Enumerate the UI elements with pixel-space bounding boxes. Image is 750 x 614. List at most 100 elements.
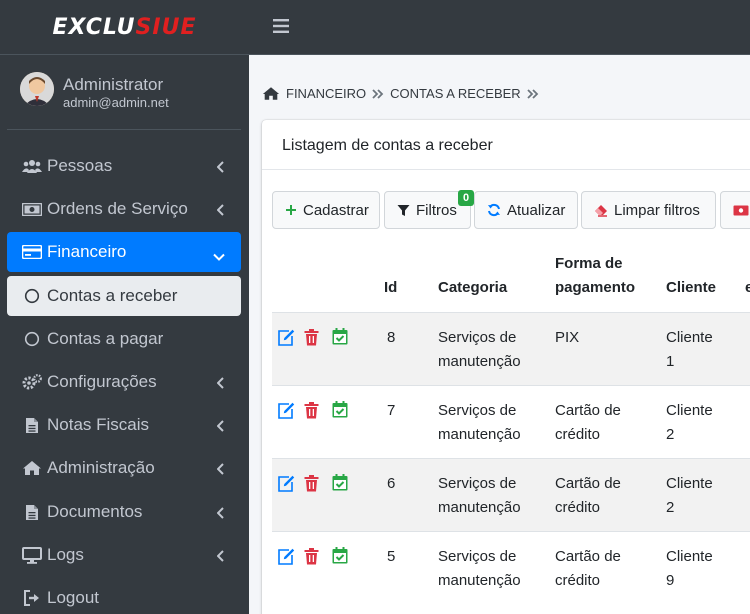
cell-cliente-line2: 9 — [666, 572, 675, 589]
more-actions-button[interactable] — [720, 191, 750, 229]
cell-forma-line2: crédito — [555, 426, 601, 443]
breadcrumb-item-contas-receber[interactable]: CONTAS A RECEBER — [390, 86, 521, 101]
edit-icon[interactable] — [277, 402, 295, 419]
cell-categoria-line1: Serviços de — [438, 548, 517, 565]
circle-icon — [22, 288, 42, 304]
breadcrumb-item-financeiro[interactable]: FINANCEIRO — [286, 86, 366, 101]
cell-cliente-line1: Cliente — [666, 548, 713, 565]
calendar-check-icon[interactable] — [332, 328, 348, 345]
cell-categoria-line1: Serviços de — [438, 402, 517, 419]
button-label: Atualizar — [507, 201, 566, 219]
sidebar-item-contas-receber[interactable]: Contas a receber — [7, 276, 241, 316]
eraser-icon — [594, 204, 608, 217]
gears-icon — [22, 374, 42, 390]
cell-cliente-line2: 1 — [666, 353, 675, 370]
sidebar-item-financeiro[interactable]: Financeiro — [7, 232, 241, 272]
cell-categoria-line2: manutenção — [438, 572, 521, 589]
sidebar-item-logs[interactable]: Logs — [7, 535, 241, 575]
sidebar-item-label: Ordens de Serviço — [47, 199, 188, 218]
sidebar-item-contas-pagar[interactable]: Contas a pagar — [7, 319, 241, 359]
users-icon — [22, 159, 42, 173]
cell-forma-line2: crédito — [555, 499, 601, 516]
avatar[interactable] — [20, 72, 54, 106]
trash-icon[interactable] — [304, 475, 319, 492]
calendar-check-icon[interactable] — [332, 547, 348, 564]
cell-categoria-line1: Serviços de — [438, 475, 517, 492]
column-header-forma-line2[interactable]: pagamento — [555, 276, 635, 300]
sidebar-item-ordens[interactable]: Ordens de Serviço — [7, 189, 241, 229]
double-chevron-right-icon — [372, 88, 384, 99]
cell-cliente-line2: 2 — [666, 426, 675, 443]
cell-forma-line1: Cartão de — [555, 402, 621, 419]
edit-icon[interactable] — [277, 548, 295, 565]
filtros-button[interactable]: Filtros 0 — [384, 190, 474, 229]
trash-icon[interactable] — [304, 402, 319, 419]
chevron-left-icon — [216, 417, 225, 437]
cell-categoria-line2: manutenção — [438, 499, 521, 516]
calendar-check-icon[interactable] — [332, 474, 348, 491]
file-icon — [22, 504, 42, 521]
user-panel: Administrator admin@admin.net — [7, 55, 241, 130]
cell-forma-line1: Cartão de — [555, 475, 621, 492]
sidebar: EXCLUSIUE Administrator admin@admin.net … — [0, 0, 249, 614]
double-chevron-right-icon — [527, 88, 539, 99]
refresh-icon — [487, 203, 501, 217]
sidebar-item-label: Financeiro — [47, 242, 127, 261]
sidebar-item-label: Notas Fiscais — [47, 415, 150, 434]
user-email: admin@admin.net — [63, 95, 169, 110]
edit-icon[interactable] — [277, 329, 295, 346]
cadastrar-button[interactable]: Cadastrar — [272, 191, 380, 229]
limpar-filtros-button[interactable]: Limpar filtros — [581, 191, 716, 229]
column-header-partial[interactable]: e — [745, 276, 750, 300]
sidebar-item-pessoas[interactable]: Pessoas — [7, 146, 241, 186]
column-header-forma-line1[interactable]: Forma de — [555, 252, 623, 276]
sidebar-item-logout[interactable]: Logout — [7, 578, 241, 614]
atualizar-button[interactable]: Atualizar — [474, 191, 578, 229]
cell-cliente-line1: Cliente — [666, 475, 713, 492]
trash-icon[interactable] — [304, 329, 319, 346]
sidebar-item-label: Documentos — [47, 502, 143, 521]
cell-id: 8 — [387, 329, 396, 346]
money-bill-icon — [22, 202, 42, 216]
sidebar-item-label: Pessoas — [47, 156, 113, 175]
chevron-left-icon — [216, 158, 225, 178]
chevron-left-icon — [216, 547, 225, 567]
desktop-icon — [22, 546, 42, 564]
hamburger-menu-icon[interactable] — [273, 19, 289, 38]
calendar-check-icon[interactable] — [332, 401, 348, 418]
cell-id: 7 — [387, 402, 396, 419]
file-text-icon — [22, 417, 42, 434]
cell-cliente-line1: Cliente — [666, 329, 713, 346]
cell-categoria-line2: manutenção — [438, 426, 521, 443]
sidebar-item-configuracoes[interactable]: Configurações — [7, 362, 241, 402]
cell-categoria-line1: Serviços de — [438, 329, 517, 346]
filter-icon — [397, 204, 410, 217]
sidebar-item-label: Contas a pagar — [47, 329, 164, 348]
sidebar-item-administracao[interactable]: Administração — [7, 448, 241, 488]
sidebar-item-label: Logout — [47, 588, 99, 607]
user-name[interactable]: Administrator — [63, 75, 163, 95]
brand-text: EXCLUSIUE — [52, 14, 197, 40]
cell-forma-line2: crédito — [555, 572, 601, 589]
sidebar-item-notas-fiscais[interactable]: Notas Fiscais — [7, 405, 241, 445]
column-header-categoria[interactable]: Categoria — [438, 276, 507, 300]
brand-logo[interactable]: EXCLUSIUE — [0, 0, 249, 55]
chevron-left-icon — [216, 504, 225, 524]
column-header-id[interactable]: Id — [384, 276, 397, 300]
credit-card-icon — [22, 245, 42, 259]
cell-forma-line1: PIX — [555, 329, 580, 346]
trash-icon[interactable] — [304, 548, 319, 565]
sidebar-item-label: Administração — [47, 458, 155, 477]
breadcrumb: FINANCEIRO CONTAS A RECEBER — [262, 86, 545, 101]
chevron-left-icon — [216, 460, 225, 480]
sign-out-icon — [22, 590, 42, 606]
column-header-cliente[interactable]: Cliente — [666, 276, 716, 300]
cell-id: 6 — [387, 475, 396, 492]
cell-id: 5 — [387, 548, 396, 565]
sidebar-item-documentos[interactable]: Documentos — [7, 492, 241, 532]
circle-icon — [22, 331, 42, 347]
sidebar-item-label: Logs — [47, 545, 84, 564]
edit-icon[interactable] — [277, 475, 295, 492]
cell-categoria-line2: manutenção — [438, 353, 521, 370]
home-icon[interactable] — [262, 86, 280, 101]
